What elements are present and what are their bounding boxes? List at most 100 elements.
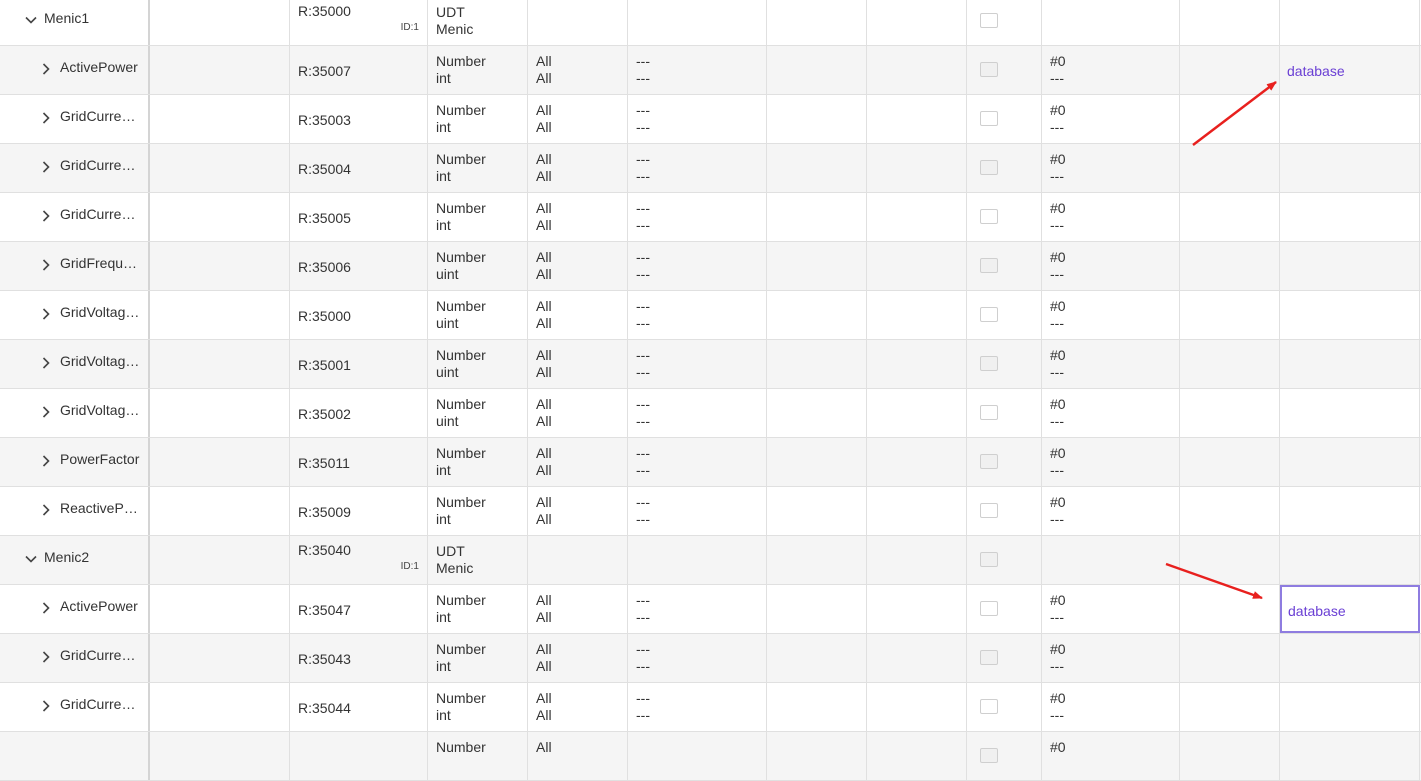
table-row[interactable]: GridCurrentA R:35043 Number int All All --- ---… bbox=[0, 634, 1421, 683]
name-cell[interactable]: ActivePower bbox=[0, 46, 150, 94]
row-checkbox[interactable] bbox=[980, 111, 998, 126]
name-cell[interactable]: ReactivePo… bbox=[0, 487, 150, 535]
storage-cell[interactable] bbox=[1280, 389, 1420, 437]
data-type-cell: Number int bbox=[428, 487, 528, 535]
name-cell[interactable]: PowerFactor bbox=[0, 438, 150, 486]
chevron-right-icon[interactable] bbox=[38, 502, 54, 518]
name-cell[interactable]: GridVoltag… bbox=[0, 291, 150, 339]
index-cell bbox=[1042, 536, 1180, 584]
table-row[interactable]: GridCurrentB R:35004 Number int All All --- ---… bbox=[0, 144, 1421, 193]
name-cell[interactable]: GridCurrentA bbox=[0, 95, 150, 143]
chevron-right-icon[interactable] bbox=[38, 698, 54, 714]
storage-cell[interactable] bbox=[1280, 683, 1420, 731]
name-cell[interactable]: GridVoltag… bbox=[0, 340, 150, 388]
database-link[interactable]: database bbox=[1288, 603, 1346, 619]
table-row[interactable]: ActivePower R:35007 Number int All All --- --- #… bbox=[0, 46, 1421, 95]
row-checkbox[interactable] bbox=[980, 13, 998, 28]
storage-cell[interactable]: database bbox=[1280, 585, 1420, 633]
row-checkbox[interactable] bbox=[980, 160, 998, 175]
row-checkbox[interactable] bbox=[980, 258, 998, 273]
table-row[interactable]: GridVoltag… R:35000 Number uint All All --- ---… bbox=[0, 291, 1421, 340]
row-checkbox[interactable] bbox=[980, 601, 998, 616]
name-cell[interactable]: GridCurrentA bbox=[0, 634, 150, 682]
chevron-right-icon[interactable] bbox=[38, 257, 54, 273]
row-checkbox[interactable] bbox=[980, 552, 998, 567]
storage-cell[interactable] bbox=[1280, 193, 1420, 241]
table-row[interactable]: GridCurrentC R:35005 Number int All All --- ---… bbox=[0, 193, 1421, 242]
address-cell: R:35004 bbox=[290, 144, 428, 192]
chevron-right-icon[interactable] bbox=[38, 649, 54, 665]
chevron-right-icon[interactable] bbox=[38, 306, 54, 322]
storage-cell[interactable] bbox=[1280, 0, 1420, 45]
row-checkbox[interactable] bbox=[980, 209, 998, 224]
chevron-right-icon[interactable] bbox=[38, 61, 54, 77]
data-type: Number bbox=[436, 396, 486, 412]
storage-cell[interactable] bbox=[1280, 438, 1420, 486]
row-checkbox[interactable] bbox=[980, 650, 998, 665]
group-row[interactable]: Menic1 R:35000 ID:1 UDT Menic bbox=[0, 0, 1421, 46]
range-min: --- bbox=[636, 347, 650, 363]
chevron-down-icon[interactable] bbox=[23, 551, 39, 567]
index-sub: --- bbox=[1050, 315, 1064, 331]
storage-cell[interactable] bbox=[1280, 340, 1420, 388]
range-max: --- bbox=[636, 315, 650, 331]
table-row[interactable]: PowerFactor R:35011 Number int All All --- --- #… bbox=[0, 438, 1421, 487]
storage-cell[interactable]: database bbox=[1280, 46, 1420, 94]
index-sub: --- bbox=[1050, 511, 1064, 527]
group-row[interactable]: Menic2 R:35040 ID:1 UDT Menic bbox=[0, 536, 1421, 585]
access-write: All bbox=[536, 217, 552, 233]
table-row[interactable]: Number All #0 bbox=[0, 732, 1421, 781]
storage-cell[interactable] bbox=[1280, 242, 1420, 290]
index-cell: #0 --- bbox=[1042, 340, 1180, 388]
chevron-right-icon[interactable] bbox=[38, 453, 54, 469]
storage-cell[interactable] bbox=[1280, 291, 1420, 339]
table-row[interactable]: GridVoltag… R:35001 Number uint All All --- ---… bbox=[0, 340, 1421, 389]
storage-cell[interactable] bbox=[1280, 732, 1420, 780]
row-checkbox[interactable] bbox=[980, 748, 998, 763]
name-cell[interactable]: GridCurrentB bbox=[0, 683, 150, 731]
storage-cell[interactable] bbox=[1280, 634, 1420, 682]
chevron-right-icon[interactable] bbox=[38, 404, 54, 420]
row-checkbox[interactable] bbox=[980, 62, 998, 77]
description-cell bbox=[150, 683, 290, 731]
chevron-right-icon[interactable] bbox=[38, 600, 54, 616]
row-checkbox[interactable] bbox=[980, 405, 998, 420]
row-checkbox[interactable] bbox=[980, 356, 998, 371]
storage-cell[interactable] bbox=[1280, 487, 1420, 535]
storage-cell[interactable] bbox=[1280, 144, 1420, 192]
table-row[interactable]: ReactivePo… R:35009 Number int All All --- --- #… bbox=[0, 487, 1421, 536]
range-min: --- bbox=[636, 445, 650, 461]
name-cell[interactable]: GridFreque… bbox=[0, 242, 150, 290]
index-sub: --- bbox=[1050, 707, 1064, 723]
storage-cell[interactable] bbox=[1280, 95, 1420, 143]
name-cell[interactable]: GridCurrentC bbox=[0, 193, 150, 241]
chevron-down-icon[interactable] bbox=[23, 12, 39, 28]
range-min: --- bbox=[636, 690, 650, 706]
chevron-right-icon[interactable] bbox=[38, 208, 54, 224]
chevron-right-icon[interactable] bbox=[38, 159, 54, 175]
table-row[interactable]: ActivePower R:35047 Number int All All --- --- #… bbox=[0, 585, 1421, 634]
table-row[interactable]: GridCurrentA R:35003 Number int All All --- ---… bbox=[0, 95, 1421, 144]
index-sub: --- bbox=[1050, 217, 1064, 233]
checkbox-cell bbox=[967, 242, 1042, 290]
row-checkbox[interactable] bbox=[980, 503, 998, 518]
table-row[interactable]: GridFreque… R:35006 Number uint All All --- ---… bbox=[0, 242, 1421, 291]
name-cell[interactable]: ActivePower bbox=[0, 585, 150, 633]
storage-cell[interactable] bbox=[1280, 536, 1420, 584]
name-cell[interactable]: GridCurrentB bbox=[0, 144, 150, 192]
empty-cell bbox=[1180, 340, 1280, 388]
tag-name: PowerFactor bbox=[60, 451, 140, 467]
name-cell[interactable] bbox=[0, 732, 150, 780]
row-checkbox[interactable] bbox=[980, 454, 998, 469]
checkbox-cell bbox=[967, 0, 1042, 45]
name-cell[interactable]: Menic1 bbox=[0, 0, 150, 45]
name-cell[interactable]: Menic2 bbox=[0, 536, 150, 584]
database-link[interactable]: database bbox=[1287, 63, 1345, 79]
row-checkbox[interactable] bbox=[980, 307, 998, 322]
row-checkbox[interactable] bbox=[980, 699, 998, 714]
chevron-right-icon[interactable] bbox=[38, 110, 54, 126]
chevron-right-icon[interactable] bbox=[38, 355, 54, 371]
name-cell[interactable]: GridVoltag… bbox=[0, 389, 150, 437]
table-row[interactable]: GridCurrentB R:35044 Number int All All --- ---… bbox=[0, 683, 1421, 732]
table-row[interactable]: GridVoltag… R:35002 Number uint All All --- ---… bbox=[0, 389, 1421, 438]
